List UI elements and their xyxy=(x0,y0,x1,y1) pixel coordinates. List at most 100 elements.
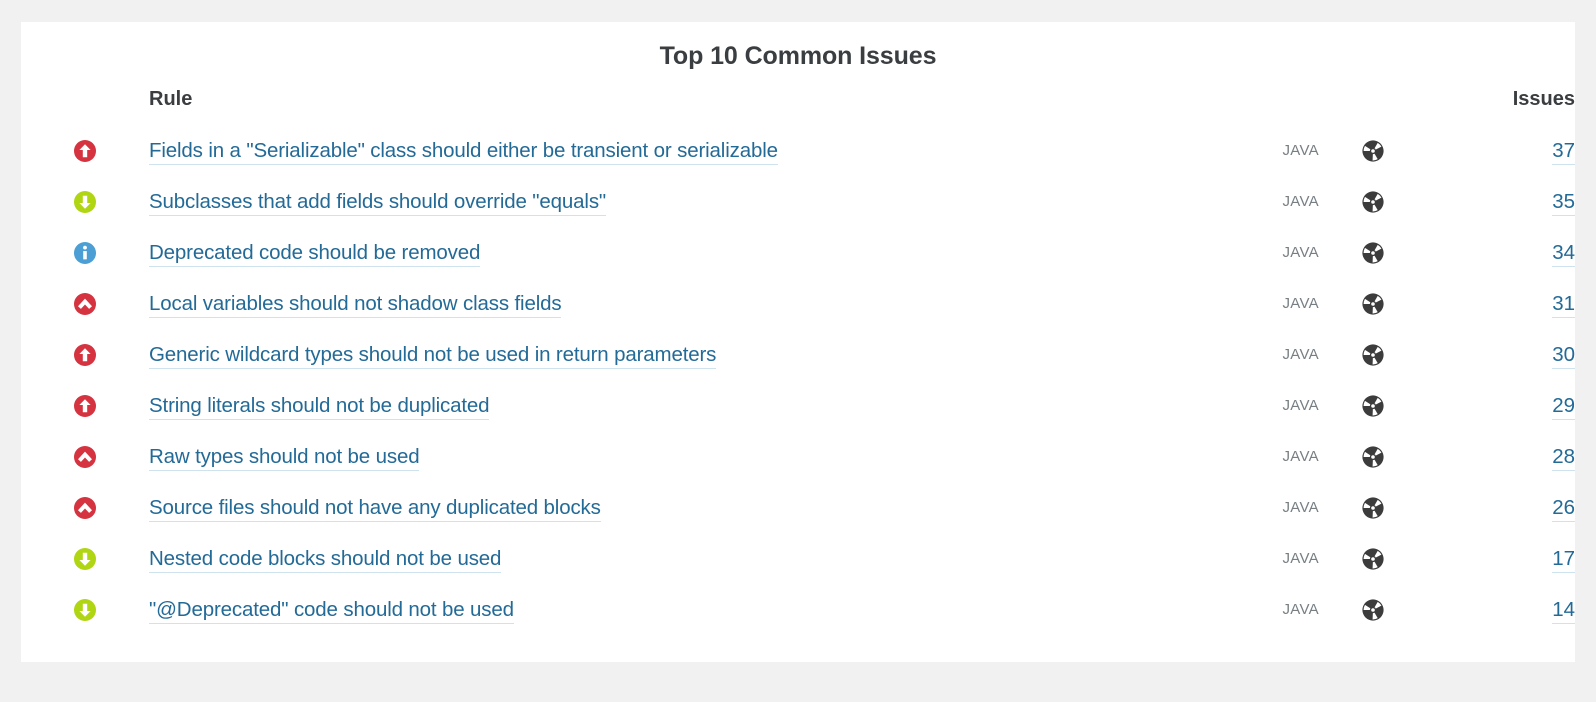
table-body: Fields in a "Serializable" class should … xyxy=(21,125,1575,635)
language-label: JAVA xyxy=(1282,243,1319,261)
issues-count-link[interactable]: 35 xyxy=(1552,189,1575,216)
severity-cell xyxy=(21,482,149,533)
rule-link[interactable]: "@Deprecated" code should not be used xyxy=(149,597,514,624)
column-header-type xyxy=(1319,88,1427,125)
severity-cell xyxy=(21,431,149,482)
rule-link[interactable]: Deprecated code should be removed xyxy=(149,240,480,267)
language-cell: JAVA xyxy=(1169,431,1319,482)
issues-count-link[interactable]: 26 xyxy=(1552,495,1575,522)
severity-critical-icon xyxy=(73,496,97,520)
rule-cell: "@Deprecated" code should not be used xyxy=(149,584,1169,635)
language-cell: JAVA xyxy=(1169,584,1319,635)
severity-major-icon xyxy=(73,343,97,367)
severity-cell xyxy=(21,176,149,227)
language-label: JAVA xyxy=(1282,549,1319,567)
rule-cell: Fields in a "Serializable" class should … xyxy=(149,125,1169,176)
issue-type-cell xyxy=(1319,125,1427,176)
table-row: Source files should not have any duplica… xyxy=(21,482,1575,533)
table-row: Subclasses that add fields should overri… xyxy=(21,176,1575,227)
issues-count-cell: 26 xyxy=(1427,482,1575,533)
issues-count-cell: 30 xyxy=(1427,329,1575,380)
table-row: Nested code blocks should not be used JAV… xyxy=(21,533,1575,584)
rule-cell: String literals should not be duplicated xyxy=(149,380,1169,431)
rule-cell: Nested code blocks should not be used xyxy=(149,533,1169,584)
issues-count-link[interactable]: 37 xyxy=(1552,138,1575,165)
top-issues-card: Top 10 Common Issues Rule Issues Fields … xyxy=(21,22,1575,662)
table-row: Raw types should not be used JAVA 28 xyxy=(21,431,1575,482)
issues-count-cell: 34 xyxy=(1427,227,1575,278)
severity-cell xyxy=(21,227,149,278)
issue-type-cell xyxy=(1319,380,1427,431)
severity-cell xyxy=(21,329,149,380)
rule-link[interactable]: Nested code blocks should not be used xyxy=(149,546,501,573)
language-cell: JAVA xyxy=(1169,482,1319,533)
issues-count-link[interactable]: 34 xyxy=(1552,240,1575,267)
severity-cell xyxy=(21,533,149,584)
code-smell-icon xyxy=(1362,139,1384,162)
rule-cell: Raw types should not be used xyxy=(149,431,1169,482)
code-smell-icon xyxy=(1362,343,1384,366)
table-row: Fields in a "Serializable" class should … xyxy=(21,125,1575,176)
rule-link[interactable]: Source files should not have any duplica… xyxy=(149,495,601,522)
common-issues-table: Rule Issues Fields in a "Serializable" c… xyxy=(21,88,1575,635)
rule-link[interactable]: Generic wildcard types should not be use… xyxy=(149,342,716,369)
issues-count-link[interactable]: 31 xyxy=(1552,291,1575,318)
code-smell-icon xyxy=(1362,547,1384,570)
rule-link[interactable]: String literals should not be duplicated xyxy=(149,393,490,420)
code-smell-icon xyxy=(1362,394,1384,417)
language-label: JAVA xyxy=(1282,192,1319,210)
language-label: JAVA xyxy=(1282,294,1319,312)
issues-count-link[interactable]: 14 xyxy=(1552,597,1575,624)
rule-cell: Source files should not have any duplica… xyxy=(149,482,1169,533)
severity-major-icon xyxy=(73,139,97,163)
rule-link[interactable]: Local variables should not shadow class … xyxy=(149,291,562,318)
rule-link[interactable]: Fields in a "Serializable" class should … xyxy=(149,138,778,165)
code-smell-icon xyxy=(1362,241,1384,264)
severity-minor-icon xyxy=(73,598,97,622)
issue-type-cell xyxy=(1319,584,1427,635)
table-row: Generic wildcard types should not be use… xyxy=(21,329,1575,380)
issues-count-cell: 37 xyxy=(1427,125,1575,176)
rule-link[interactable]: Subclasses that add fields should overri… xyxy=(149,189,606,216)
severity-minor-icon xyxy=(73,547,97,571)
language-label: JAVA xyxy=(1282,345,1319,363)
severity-major-icon xyxy=(73,394,97,418)
issue-type-cell xyxy=(1319,533,1427,584)
language-label: JAVA xyxy=(1282,498,1319,516)
code-smell-icon xyxy=(1362,598,1384,621)
code-smell-icon xyxy=(1362,292,1384,315)
issues-count-link[interactable]: 29 xyxy=(1552,393,1575,420)
column-header-rule: Rule xyxy=(149,88,193,110)
issues-count-cell: 29 xyxy=(1427,380,1575,431)
severity-cell xyxy=(21,278,149,329)
issue-type-cell xyxy=(1319,482,1427,533)
rule-cell: Generic wildcard types should not be use… xyxy=(149,329,1169,380)
language-cell: JAVA xyxy=(1169,278,1319,329)
severity-critical-icon xyxy=(73,445,97,469)
table-header: Rule Issues xyxy=(21,88,1575,125)
language-label: JAVA xyxy=(1282,396,1319,414)
table-row: String literals should not be duplicated… xyxy=(21,380,1575,431)
severity-cell xyxy=(21,125,149,176)
language-label: JAVA xyxy=(1282,600,1319,618)
issue-type-cell xyxy=(1319,329,1427,380)
column-header-language xyxy=(1169,88,1319,125)
issues-count-cell: 17 xyxy=(1427,533,1575,584)
issue-type-cell xyxy=(1319,431,1427,482)
language-cell: JAVA xyxy=(1169,227,1319,278)
column-header-severity xyxy=(21,88,149,125)
issues-count-link[interactable]: 28 xyxy=(1552,444,1575,471)
table-header-row: Rule Issues xyxy=(21,88,1575,125)
rule-cell: Local variables should not shadow class … xyxy=(149,278,1169,329)
language-cell: JAVA xyxy=(1169,329,1319,380)
rule-cell: Subclasses that add fields should overri… xyxy=(149,176,1169,227)
code-smell-icon xyxy=(1362,496,1384,519)
rule-link[interactable]: Raw types should not be used xyxy=(149,444,420,471)
severity-critical-icon xyxy=(73,292,97,316)
issue-type-cell xyxy=(1319,227,1427,278)
code-smell-icon xyxy=(1362,445,1384,468)
issue-type-cell xyxy=(1319,176,1427,227)
issues-count-link[interactable]: 30 xyxy=(1552,342,1575,369)
issues-count-link[interactable]: 17 xyxy=(1552,546,1575,573)
page-title: Top 10 Common Issues xyxy=(659,42,937,70)
